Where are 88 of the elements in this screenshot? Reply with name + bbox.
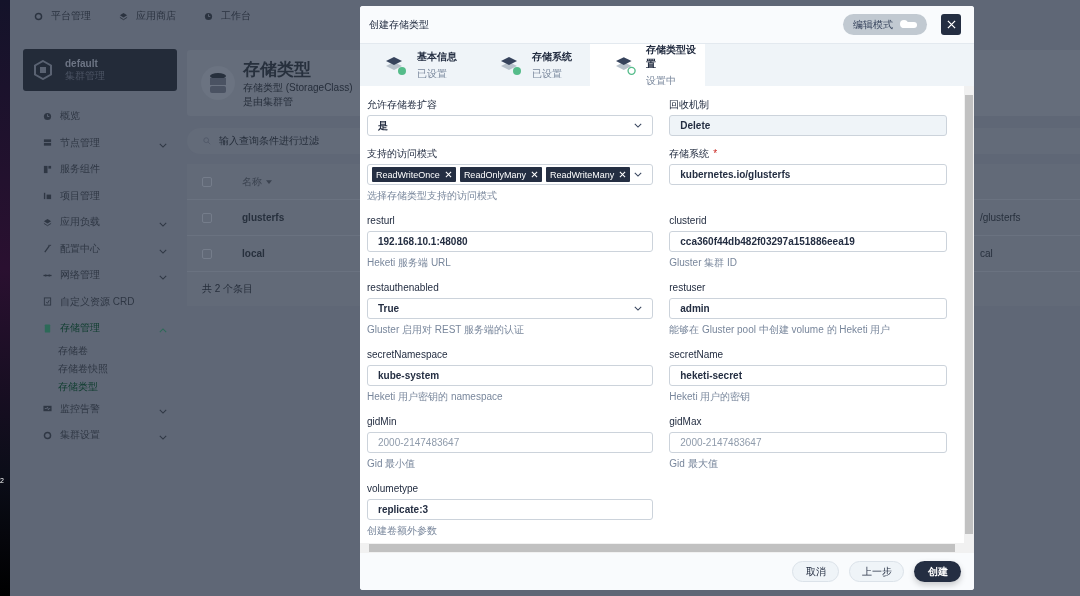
field-hint: Gluster 启用对 REST 服务端的认证 — [367, 323, 526, 337]
step-tab[interactable]: 存储系统 已设置 — [475, 44, 590, 86]
create-button[interactable]: 创建 — [914, 561, 961, 582]
sort-icon — [266, 179, 272, 184]
field-label: clusterid — [669, 214, 707, 228]
chart-icon — [43, 191, 52, 201]
field-label: secretNamespace — [367, 348, 448, 362]
field-hint: Heketi 用户密钥的 namespace — [367, 390, 504, 404]
select-field[interactable]: 是 — [367, 115, 654, 136]
field-hint: 选择存储类型支持的访问模式 — [367, 189, 498, 203]
close-icon — [946, 20, 956, 29]
vertical-scrollbar[interactable] — [964, 86, 974, 543]
field-label: secretName — [669, 348, 724, 362]
wrench-icon — [43, 244, 52, 254]
field-hint: Gid 最小值 — [367, 457, 417, 471]
access-mode-tag[interactable]: ReadWriteMany — [545, 167, 631, 182]
edit-mode-toggle[interactable]: 编辑模式 — [843, 14, 927, 35]
text-input[interactable]: kubernetes.io/glusterfs — [669, 164, 947, 185]
chevron-down-icon — [159, 408, 167, 414]
chevron-down-icon — [159, 275, 167, 281]
chevron-down-icon — [159, 435, 167, 441]
field-hint: Gluster 集群 ID — [669, 256, 739, 270]
horizontal-scrollbar[interactable] — [360, 543, 964, 553]
text-input[interactable]: 2000-2147483647 — [367, 432, 654, 453]
chevron-down-icon — [159, 142, 167, 148]
field-label: volumetype — [367, 482, 419, 496]
page-title: 存储类型 — [243, 58, 312, 81]
step-tab[interactable]: 存储类型设置 设置中 — [590, 44, 705, 86]
chevron-down-icon — [634, 172, 643, 177]
layers-icon — [119, 11, 128, 21]
field-hint: 创建卷额外参数 — [367, 524, 438, 538]
text-input[interactable]: replicate:3 — [367, 499, 654, 520]
field-hint: Heketi 服务端 URL — [367, 256, 452, 270]
clock-icon — [204, 11, 213, 21]
text-input[interactable]: cca360f44db482f03297a151886eea19 — [669, 231, 947, 252]
required-mark: * — [713, 147, 718, 161]
select-field[interactable]: True — [367, 298, 654, 319]
field-label: restuser — [669, 281, 706, 295]
dialog-title: 创建存储类型 — [369, 17, 430, 32]
dialog-button[interactable]: 上一步 — [849, 561, 904, 582]
field-hint: Gid 最大值 — [669, 457, 719, 471]
document-icon — [43, 297, 52, 307]
field-label: 回收机制 — [669, 98, 710, 112]
field-label: gidMax — [669, 415, 702, 429]
layers-icon — [43, 217, 52, 227]
text-input[interactable]: 192.168.10.1:48080 — [367, 231, 654, 252]
access-mode-tag[interactable]: ReadWriteOnce — [372, 167, 456, 182]
scrollbar-thumb[interactable] — [965, 95, 973, 534]
text-input[interactable]: kube-system — [367, 365, 654, 386]
field-label: resturl — [367, 214, 395, 228]
gear-icon — [34, 11, 43, 21]
text-input[interactable]: Delete — [669, 115, 947, 136]
multi-select-field[interactable]: ReadWriteOnce ReadOnlyMany ReadWriteMany — [367, 164, 654, 185]
access-mode-tag[interactable]: ReadOnlyMany — [459, 167, 542, 182]
table-cell: local — [242, 248, 265, 259]
text-input[interactable]: 2000-2147483647 — [669, 432, 947, 453]
cluster-name: default — [65, 57, 99, 69]
chevron-down-icon — [634, 306, 643, 311]
table-cell: /glusterfs — [980, 212, 1021, 223]
text-input[interactable]: heketi-secret — [669, 365, 947, 386]
remove-icon[interactable] — [444, 171, 452, 178]
close-button[interactable] — [941, 14, 961, 35]
field-label: gidMin — [367, 415, 397, 429]
clock-icon — [43, 111, 52, 121]
remove-icon[interactable] — [530, 171, 538, 178]
field-hint: Heketi 用户的密钥 — [669, 390, 752, 404]
gear-icon — [43, 430, 52, 440]
monitor-icon — [43, 404, 52, 414]
step-tab[interactable]: 基本信息 已设置 — [360, 44, 475, 86]
server-icon — [43, 138, 52, 148]
field-hint: 能够在 Gluster pool 中创建 volume 的 Heketi 用户 — [669, 323, 892, 337]
remove-icon[interactable] — [619, 171, 627, 178]
dialog-button[interactable]: 取消 — [792, 561, 839, 582]
cube-icon — [33, 60, 53, 80]
chevron-down-icon — [634, 123, 643, 128]
chevron-down-icon — [159, 222, 167, 228]
chevron-down-icon — [159, 248, 167, 254]
scrollbar-thumb[interactable] — [369, 544, 955, 552]
database-icon — [43, 323, 52, 333]
grid-icon — [43, 164, 52, 174]
chevron-up-icon — [159, 328, 167, 334]
database-icon — [201, 66, 235, 100]
field-label: restauthenabled — [367, 281, 439, 295]
table-cell: glusterfs — [242, 212, 285, 223]
field-label: 存储系统 — [669, 147, 710, 161]
field-label: 支持的访问模式 — [367, 147, 437, 161]
text-input[interactable]: admin — [669, 298, 947, 319]
field-label: 允许存储卷扩容 — [367, 98, 437, 112]
